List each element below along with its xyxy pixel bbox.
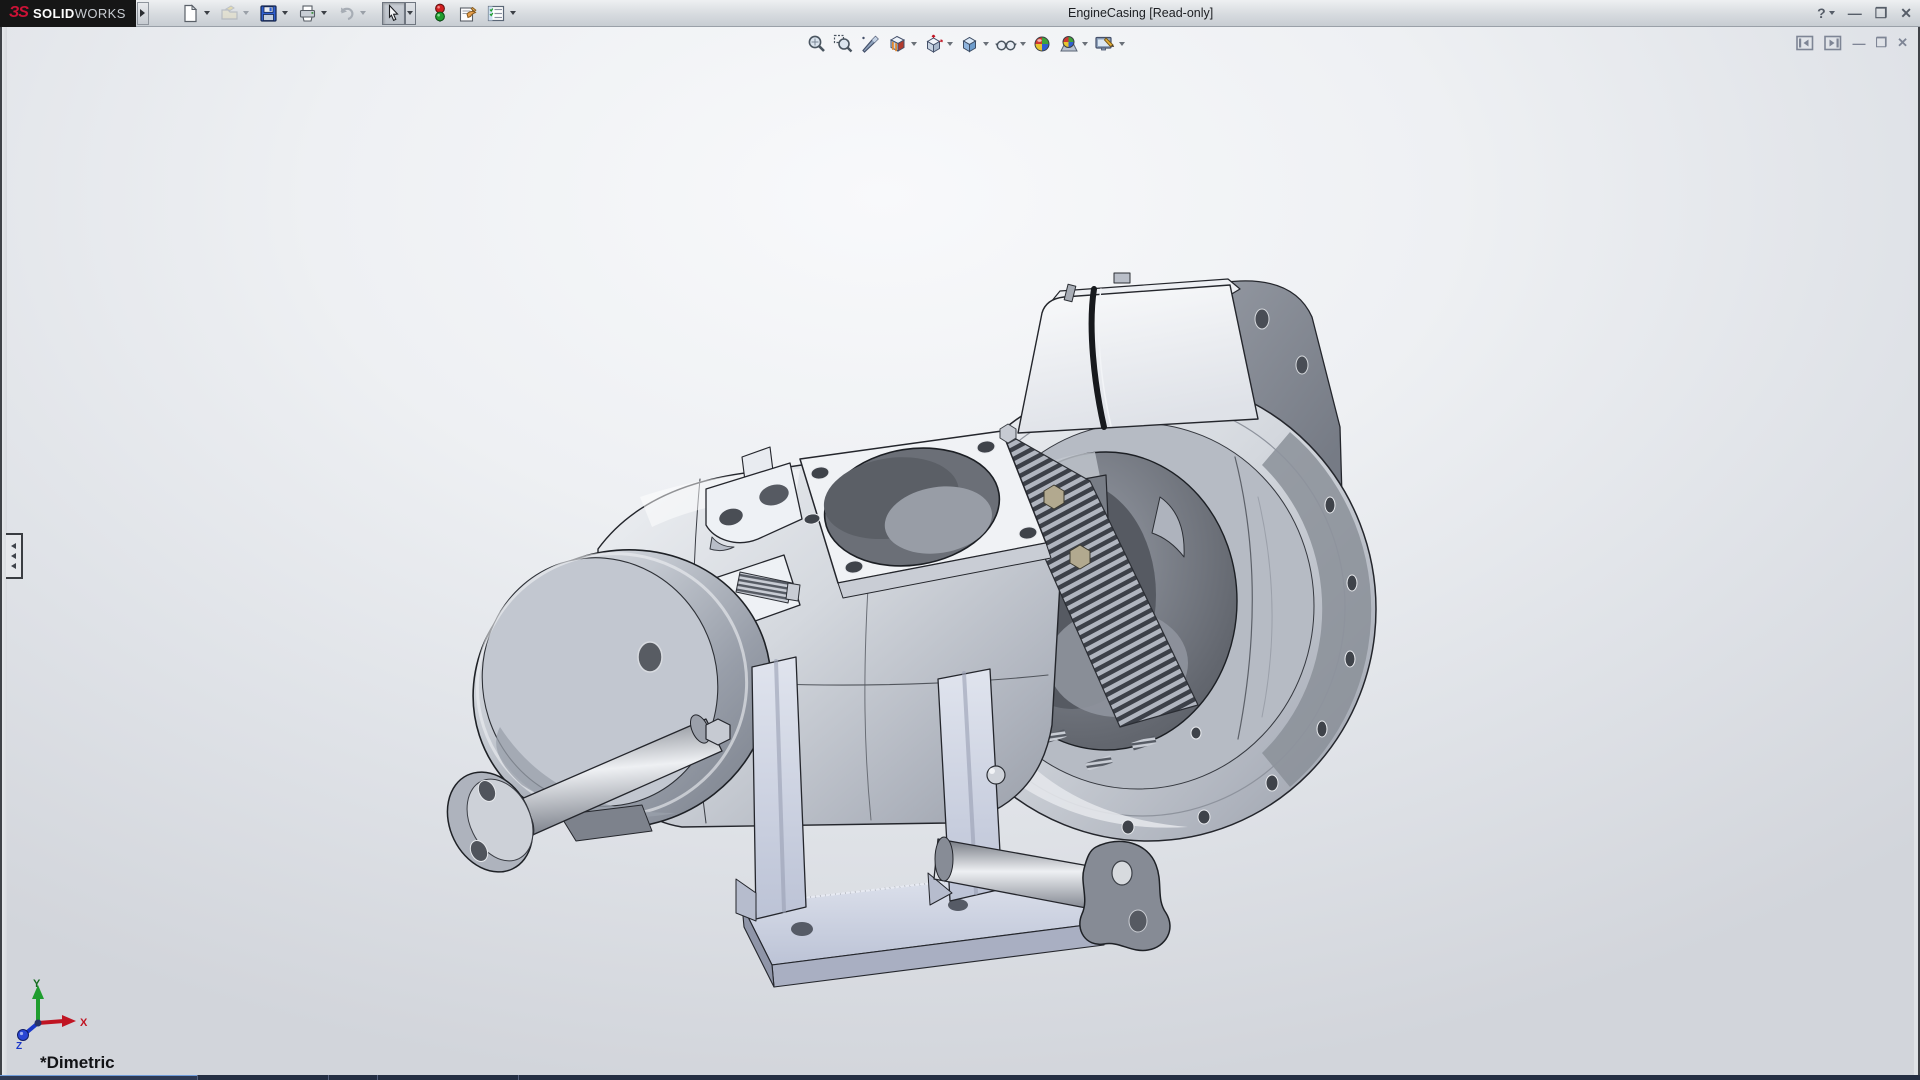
minimize-button[interactable]: — [1848,2,1862,24]
view-orientation-button[interactable] [923,33,944,54]
zoom-to-fit-icon [806,34,827,54]
display-style-button[interactable] [959,33,980,54]
solidworks-logo-mark-icon: ЗS [9,4,28,22]
taskbar-segment [0,1075,197,1080]
window-controls: ? — ❐ ✕ [1817,2,1912,24]
view-settings-icon [1094,34,1116,54]
taskbar-segment [518,1075,1920,1080]
triad-y-label: Y [33,978,41,990]
collapse-arrow-icon [11,543,16,549]
options-dropdown[interactable] [508,2,519,25]
doc-close-button[interactable]: ✕ [1897,35,1908,51]
menu-expand-arrow-icon [140,9,145,17]
display-style-dropdown[interactable] [983,42,989,46]
zoom-to-area-icon [833,34,854,54]
open-button[interactable] [218,2,241,25]
help-button[interactable]: ? [1817,2,1826,24]
rebuild-stoplight-icon [433,3,447,23]
wordmark-light: WORKS [75,6,126,21]
triad-x-arrow-icon [62,1015,76,1027]
heads-up-view-toolbar [806,33,1125,54]
model-top-cover[interactable] [1018,273,1258,433]
undo-button[interactable] [335,2,358,25]
hide-show-items-dropdown[interactable] [1020,42,1026,46]
new-document-button[interactable] [179,2,202,25]
select-dropdown[interactable] [405,2,416,25]
options-icon [486,4,506,23]
select-cursor-icon [385,4,402,22]
pane-collapse-left-icon[interactable] [1796,35,1814,51]
save-dropdown[interactable] [280,2,291,25]
zoom-to-area-button[interactable] [833,33,854,54]
help-dropdown-icon[interactable] [1829,11,1835,15]
solidworks-logo: ЗS SOLIDWORKS [0,0,136,27]
hide-show-items-icon [995,34,1017,54]
edit-appearance-icon [1032,34,1052,54]
triad-x-label: X [80,1017,88,1029]
file-properties-button[interactable] [457,2,480,25]
taskbar-segment [328,1075,377,1080]
section-view-button[interactable] [887,33,908,54]
file-properties-icon [458,4,478,23]
zoom-to-fit-button[interactable] [806,33,827,54]
view-orientation-label: *Dimetric [40,1053,115,1073]
main-toolbar [179,2,524,25]
taskbar-segment [197,1075,328,1080]
taskbar-edge [0,1075,1920,1080]
view-orientation-icon [923,34,944,54]
rebuild-button[interactable] [429,2,452,25]
collapse-arrow-icon [11,563,16,569]
print-icon [298,4,317,23]
document-window-controls: — ❐ ✕ [1796,35,1908,51]
pane-collapse-right-icon[interactable] [1824,35,1842,51]
display-style-icon [959,34,980,54]
menu-expand-button[interactable] [137,2,149,25]
triad-z-ball-icon [18,1030,29,1041]
titlebar: ЗS SOLIDWORKS [0,0,1920,27]
model-canvas[interactable] [0,27,1920,1080]
taskbar-segment [377,1075,518,1080]
wordmark-bold: SOLID [33,6,75,21]
apply-scene-icon [1058,34,1079,54]
window-title: EngineCasing [Read-only] [1068,6,1213,20]
section-view-icon [887,34,908,54]
view-settings-button[interactable] [1094,33,1116,54]
new-document-icon [181,4,200,23]
open-icon [220,4,239,23]
previous-view-button[interactable] [860,33,881,54]
solidworks-wordmark: SOLIDWORKS [33,6,126,21]
graphics-area[interactable]: — ❐ ✕ [0,27,1920,1080]
apply-scene-button[interactable] [1058,33,1079,54]
undo-icon [337,4,356,23]
view-settings-dropdown[interactable] [1119,42,1125,46]
select-button[interactable] [382,2,405,25]
feature-manager-collapsed-tab[interactable] [6,533,23,579]
print-dropdown[interactable] [319,2,330,25]
open-dropdown[interactable] [241,2,252,25]
undo-dropdown[interactable] [358,2,369,25]
new-document-dropdown[interactable] [202,2,213,25]
print-button[interactable] [296,2,319,25]
options-button[interactable] [485,2,508,25]
save-icon [259,4,278,23]
restore-button[interactable]: ❐ [1875,2,1888,24]
apply-scene-dropdown[interactable] [1082,42,1088,46]
close-button[interactable]: ✕ [1900,2,1912,24]
save-button[interactable] [257,2,280,25]
collapse-arrow-icon [11,553,16,559]
view-orientation-dropdown[interactable] [947,42,953,46]
doc-minimize-button[interactable]: — [1852,36,1865,51]
doc-restore-button[interactable]: ❐ [1875,35,1887,51]
hide-show-items-button[interactable] [995,33,1017,54]
edit-appearance-button[interactable] [1032,33,1052,54]
window-frame-right-inner [1914,27,1918,1080]
section-view-dropdown[interactable] [911,42,917,46]
triad-z-label: Z [16,1041,22,1052]
previous-view-icon [860,34,881,54]
